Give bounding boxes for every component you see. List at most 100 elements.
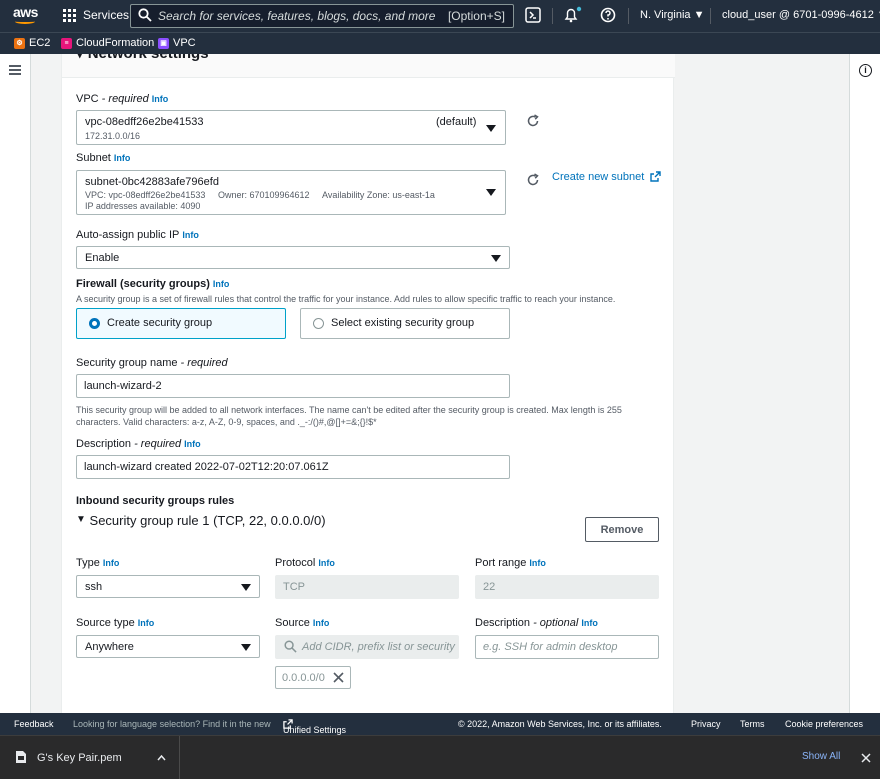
source-search-box[interactable]: Add CIDR, prefix list or security xyxy=(275,635,459,659)
chevron-down-icon xyxy=(486,125,496,132)
chevron-down-icon xyxy=(491,255,501,262)
inbound-rules-heading: Inbound security groups rules xyxy=(76,495,235,507)
network-settings-title[interactable]: ▾ Network settings xyxy=(76,54,209,62)
download-item[interactable]: G's Key Pair.pem xyxy=(0,736,180,779)
close-icon[interactable] xyxy=(333,672,344,683)
rule-description-input[interactable] xyxy=(475,635,659,659)
protocol-label: Protocol Info xyxy=(275,557,335,569)
source-type-label: Source type Info xyxy=(76,617,155,629)
cookie-preferences-link[interactable]: Cookie preferences xyxy=(785,719,863,729)
auto-ip-value: Enable xyxy=(85,252,120,264)
select-existing-security-group-option[interactable]: Select existing security group xyxy=(300,308,510,339)
favorite-ec2[interactable]: ⚙ EC2 xyxy=(14,37,50,49)
feedback-link[interactable]: Feedback xyxy=(14,719,54,729)
type-info-link[interactable]: Info xyxy=(103,558,120,568)
firewall-description: A security group is a set of firewall ru… xyxy=(76,294,616,304)
sg-name-help: This security group will be added to all… xyxy=(76,405,622,427)
region-selector[interactable]: N. Virginia ▼ xyxy=(640,9,705,21)
protocol-info-link[interactable]: Info xyxy=(318,558,335,568)
network-settings-panel: ▾ Network settings VPC - requiredInfo vp… xyxy=(61,54,675,713)
source-placeholder: Add CIDR, prefix list or security xyxy=(302,641,455,653)
sg-description-label: Description - required Info xyxy=(76,438,201,450)
type-value: ssh xyxy=(85,581,103,593)
expand-caret-icon: ▼ xyxy=(76,514,86,525)
chevron-down-icon xyxy=(241,584,251,591)
port-range-input xyxy=(475,575,659,599)
console-footer: Feedback Looking for language selection?… xyxy=(0,713,880,735)
panel-header: ▾ Network settings xyxy=(62,54,675,78)
search-input[interactable] xyxy=(158,9,438,23)
chevron-down-icon xyxy=(241,644,251,651)
radio-selected[interactable] xyxy=(89,318,100,329)
show-all-button[interactable]: Show All xyxy=(802,751,840,762)
refresh-subnet-icon[interactable] xyxy=(526,173,540,187)
auto-assign-ip-select[interactable]: Enable xyxy=(76,246,510,269)
copyright-text: © 2022, Amazon Web Services, Inc. or its… xyxy=(458,719,662,729)
remove-rule-button[interactable]: Remove xyxy=(585,517,659,542)
auto-assign-ip-label: Auto-assign public IP Info xyxy=(76,229,199,241)
rule-1-toggle[interactable]: ▼ Security group rule 1 (TCP, 22, 0.0.0.… xyxy=(76,513,326,528)
firewall-label: Firewall (security groups) Info xyxy=(76,278,230,290)
search-box[interactable]: [Option+S] xyxy=(130,4,514,28)
cloudshell-icon[interactable] xyxy=(524,6,542,24)
auto-ip-info-link[interactable]: Info xyxy=(182,230,199,240)
unified-settings-link[interactable]: Unified Settings xyxy=(283,719,346,735)
source-token-value: 0.0.0.0/0 xyxy=(282,671,325,684)
search-icon xyxy=(138,8,154,24)
privacy-link[interactable]: Privacy xyxy=(691,719,721,729)
top-navigation: aws Services [Option+S] N. Virginia ▼ cl… xyxy=(0,0,880,32)
subnet-select[interactable]: subnet-0bc42883afe796efd VPC: vpc-08edff… xyxy=(76,170,506,215)
vpc-select[interactable]: vpc-08edff26e2be41533 172.31.0.0/16 (def… xyxy=(76,110,506,145)
chevron-down-icon xyxy=(486,189,496,196)
vpc-info-link[interactable]: Info xyxy=(152,94,169,104)
terms-link[interactable]: Terms xyxy=(740,719,765,729)
sg-name-label: Security group name - required xyxy=(76,357,228,369)
browser-download-bar: G's Key Pair.pem Show All xyxy=(0,735,880,779)
close-icon[interactable] xyxy=(861,753,871,763)
source-type-value: Anywhere xyxy=(85,641,134,653)
type-select[interactable]: ssh xyxy=(76,575,260,598)
info-panel-icon[interactable]: i xyxy=(859,64,872,77)
subnet-ip-count: IP addresses available: 4090 xyxy=(85,201,201,211)
sg-name-input[interactable] xyxy=(76,374,510,398)
aws-logo[interactable]: aws xyxy=(13,5,39,26)
subnet-label: Subnet Info xyxy=(76,152,131,164)
type-label: Type Info xyxy=(76,557,120,569)
favorite-vpc[interactable]: ▣ VPC xyxy=(158,37,196,49)
refresh-vpc-icon[interactable] xyxy=(526,114,540,128)
favorite-cloudformation[interactable]: ≡ CloudFormation xyxy=(61,37,154,49)
port-info-link[interactable]: Info xyxy=(529,558,546,568)
source-label: Source Info xyxy=(275,617,330,629)
notifications-bell-icon[interactable] xyxy=(562,6,582,24)
subnet-info-link[interactable]: Info xyxy=(114,153,131,163)
menu-hamburger-icon[interactable] xyxy=(9,65,21,75)
source-type-select[interactable]: Anywhere xyxy=(76,635,260,658)
create-new-subnet-link[interactable]: Create new subnet xyxy=(552,171,662,183)
chevron-up-icon[interactable] xyxy=(157,754,166,761)
sg-desc-info-link[interactable]: Info xyxy=(184,439,201,449)
sg-description-input[interactable] xyxy=(76,455,510,479)
rule-desc-info-link[interactable]: Info xyxy=(581,618,598,628)
create-security-group-option[interactable]: Create security group xyxy=(76,308,286,339)
main-content: ▾ Network settings VPC - requiredInfo vp… xyxy=(32,54,849,713)
vpc-cidr: 172.31.0.0/16 xyxy=(85,131,141,141)
source-info-link[interactable]: Info xyxy=(313,618,330,628)
external-link-icon xyxy=(650,171,662,182)
account-menu[interactable]: cloud_user @ 6701-0996-4612 ▼ xyxy=(722,9,880,21)
port-range-label: Port range Info xyxy=(475,557,546,569)
source-cidr-token: 0.0.0.0/0 xyxy=(275,666,351,689)
help-panel-rail: i xyxy=(849,54,880,713)
services-menu-button[interactable]: Services xyxy=(63,8,129,22)
vpc-value: vpc-08edff26e2be41533 xyxy=(85,116,204,128)
firewall-info-link[interactable]: Info xyxy=(213,279,230,289)
help-icon[interactable] xyxy=(599,6,617,24)
radio-unselected[interactable] xyxy=(313,318,324,329)
ec2-icon: ⚙ xyxy=(14,37,25,49)
favorite-label: EC2 xyxy=(29,37,51,49)
vpc-label: VPC - required Info xyxy=(76,93,169,105)
source-type-info-link[interactable]: Info xyxy=(138,618,155,628)
subnet-value: subnet-0bc42883afe796efd xyxy=(85,176,219,188)
favorites-bar: ⚙ EC2 ≡ CloudFormation ▣ VPC xyxy=(0,32,880,54)
create-sg-label: Create security group xyxy=(107,317,213,329)
favorite-label: CloudFormation xyxy=(76,37,155,49)
